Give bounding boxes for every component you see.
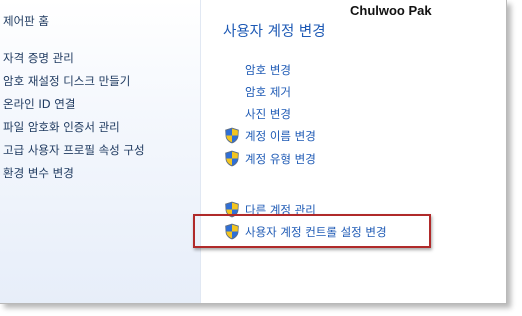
task-label: 사진 변경: [245, 106, 291, 121]
highlight-box: [193, 214, 431, 248]
sidebar-item-password-reset-disk[interactable]: 암호 재설정 디스크 만들기: [3, 73, 130, 89]
control-panel-home-link[interactable]: 제어판 홈: [3, 13, 49, 29]
remove-password-link[interactable]: 암호 제거: [245, 83, 291, 100]
task-label: 암호 제거: [245, 84, 291, 99]
change-account-type-link[interactable]: 계정 유형 변경: [224, 150, 316, 167]
sidebar-item-file-encryption-certs[interactable]: 파일 암호화 인증서 관리: [3, 119, 120, 135]
task-label: 계정 유형 변경: [245, 151, 316, 166]
task-label: 계정 이름 변경: [245, 128, 316, 143]
page-title: 사용자 계정 변경: [223, 24, 326, 40]
uac-shield-icon: [224, 127, 240, 144]
change-picture-link[interactable]: 사진 변경: [245, 105, 291, 122]
change-account-name-link[interactable]: 계정 이름 변경: [224, 127, 316, 144]
uac-shield-icon: [224, 150, 240, 167]
task-label: 암호 변경: [245, 62, 291, 77]
change-password-link[interactable]: 암호 변경: [245, 61, 291, 78]
control-panel-window: 제어판 홈 자격 증명 관리 암호 재설정 디스크 만들기 온라인 ID 연결 …: [0, 0, 507, 304]
sidebar-item-credential-manager[interactable]: 자격 증명 관리: [3, 50, 74, 66]
sidebar-item-environment-variables[interactable]: 환경 변수 변경: [3, 165, 74, 181]
sidebar: 제어판 홈 자격 증명 관리 암호 재설정 디스크 만들기 온라인 ID 연결 …: [0, 0, 201, 303]
sidebar-item-advanced-profile[interactable]: 고급 사용자 프로필 속성 구성: [3, 142, 145, 158]
sidebar-item-online-id[interactable]: 온라인 ID 연결: [3, 96, 75, 112]
user-name: Chulwoo Pak: [350, 3, 432, 18]
